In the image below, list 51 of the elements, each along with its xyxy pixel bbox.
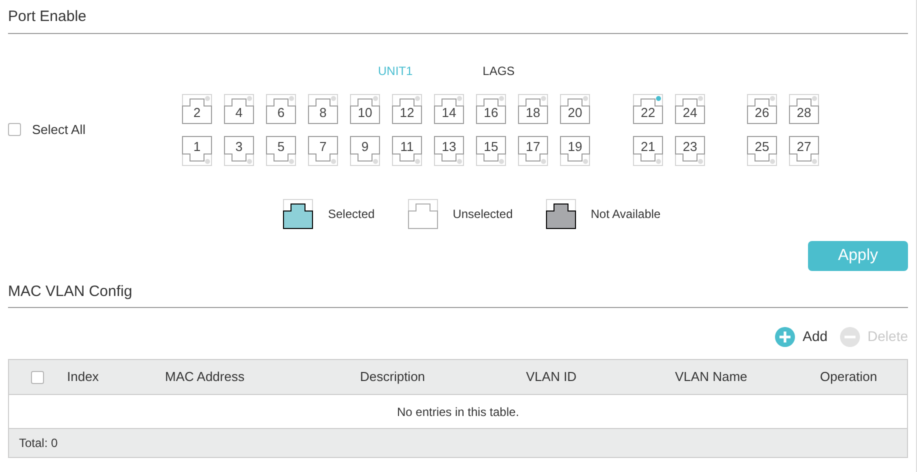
select-all-checkbox[interactable] [8,123,21,136]
port-button[interactable]: 27 [789,136,819,166]
port-button[interactable]: 4 [224,94,254,124]
port-button[interactable]: 2 [182,94,212,124]
column-header: Index [67,369,99,384]
column-header: Operation [820,369,878,384]
port-button[interactable]: 24 [675,94,705,124]
port-button[interactable]: 12 [392,94,422,124]
column-header: Description [360,369,426,384]
port-button[interactable]: 22 [633,94,663,124]
plus-icon [774,326,795,346]
port-button[interactable]: 14 [434,94,464,124]
port-button[interactable]: 15 [476,136,506,166]
column-header: MAC Address [165,369,244,384]
total-count: Total: 0 [19,435,58,452]
port-button[interactable]: 18 [518,94,548,124]
port-button[interactable]: 3 [224,136,254,166]
section-title: Port Enable [8,7,86,27]
legend-label: Selected [328,206,375,222]
port-button[interactable]: 28 [789,94,819,124]
port-button[interactable]: 10 [350,94,380,124]
port-button[interactable]: 7 [308,136,338,166]
port-button[interactable]: 1 [182,136,212,166]
port-button[interactable]: 17 [518,136,548,166]
select-all-label: Select All [32,120,86,139]
port-button[interactable]: 26 [747,94,777,124]
port-button[interactable]: 6 [266,94,296,124]
unavailable-port-icon [546,198,576,228]
port-button[interactable]: 25 [747,136,777,166]
unit-tab[interactable]: LAGS [482,62,515,80]
port-button[interactable]: 13 [434,136,464,166]
port-button[interactable]: 16 [476,94,506,124]
minus-icon [840,326,860,346]
empty-table-message: No entries in this table. [396,404,520,420]
row-select-checkbox[interactable] [31,370,44,384]
section-title: MAC VLAN Config [8,282,132,302]
port-button[interactable]: 11 [392,136,422,166]
port-button[interactable]: 21 [633,136,663,166]
port-button[interactable]: 9 [350,136,380,166]
port-button[interactable]: 23 [675,136,705,166]
legend-label: Not Available [590,206,661,222]
port-button[interactable]: 8 [308,94,338,124]
column-header: VLAN ID [526,369,577,384]
selected-port-icon [283,198,313,228]
legend-label: Unselected [452,206,513,222]
port-button[interactable]: 5 [266,136,296,166]
port-button[interactable]: 19 [560,136,590,166]
column-header: VLAN Name [675,369,748,384]
port-button[interactable]: 20 [560,94,590,124]
unselected-port-icon [408,198,438,228]
add-button[interactable]: Add [774,326,828,347]
